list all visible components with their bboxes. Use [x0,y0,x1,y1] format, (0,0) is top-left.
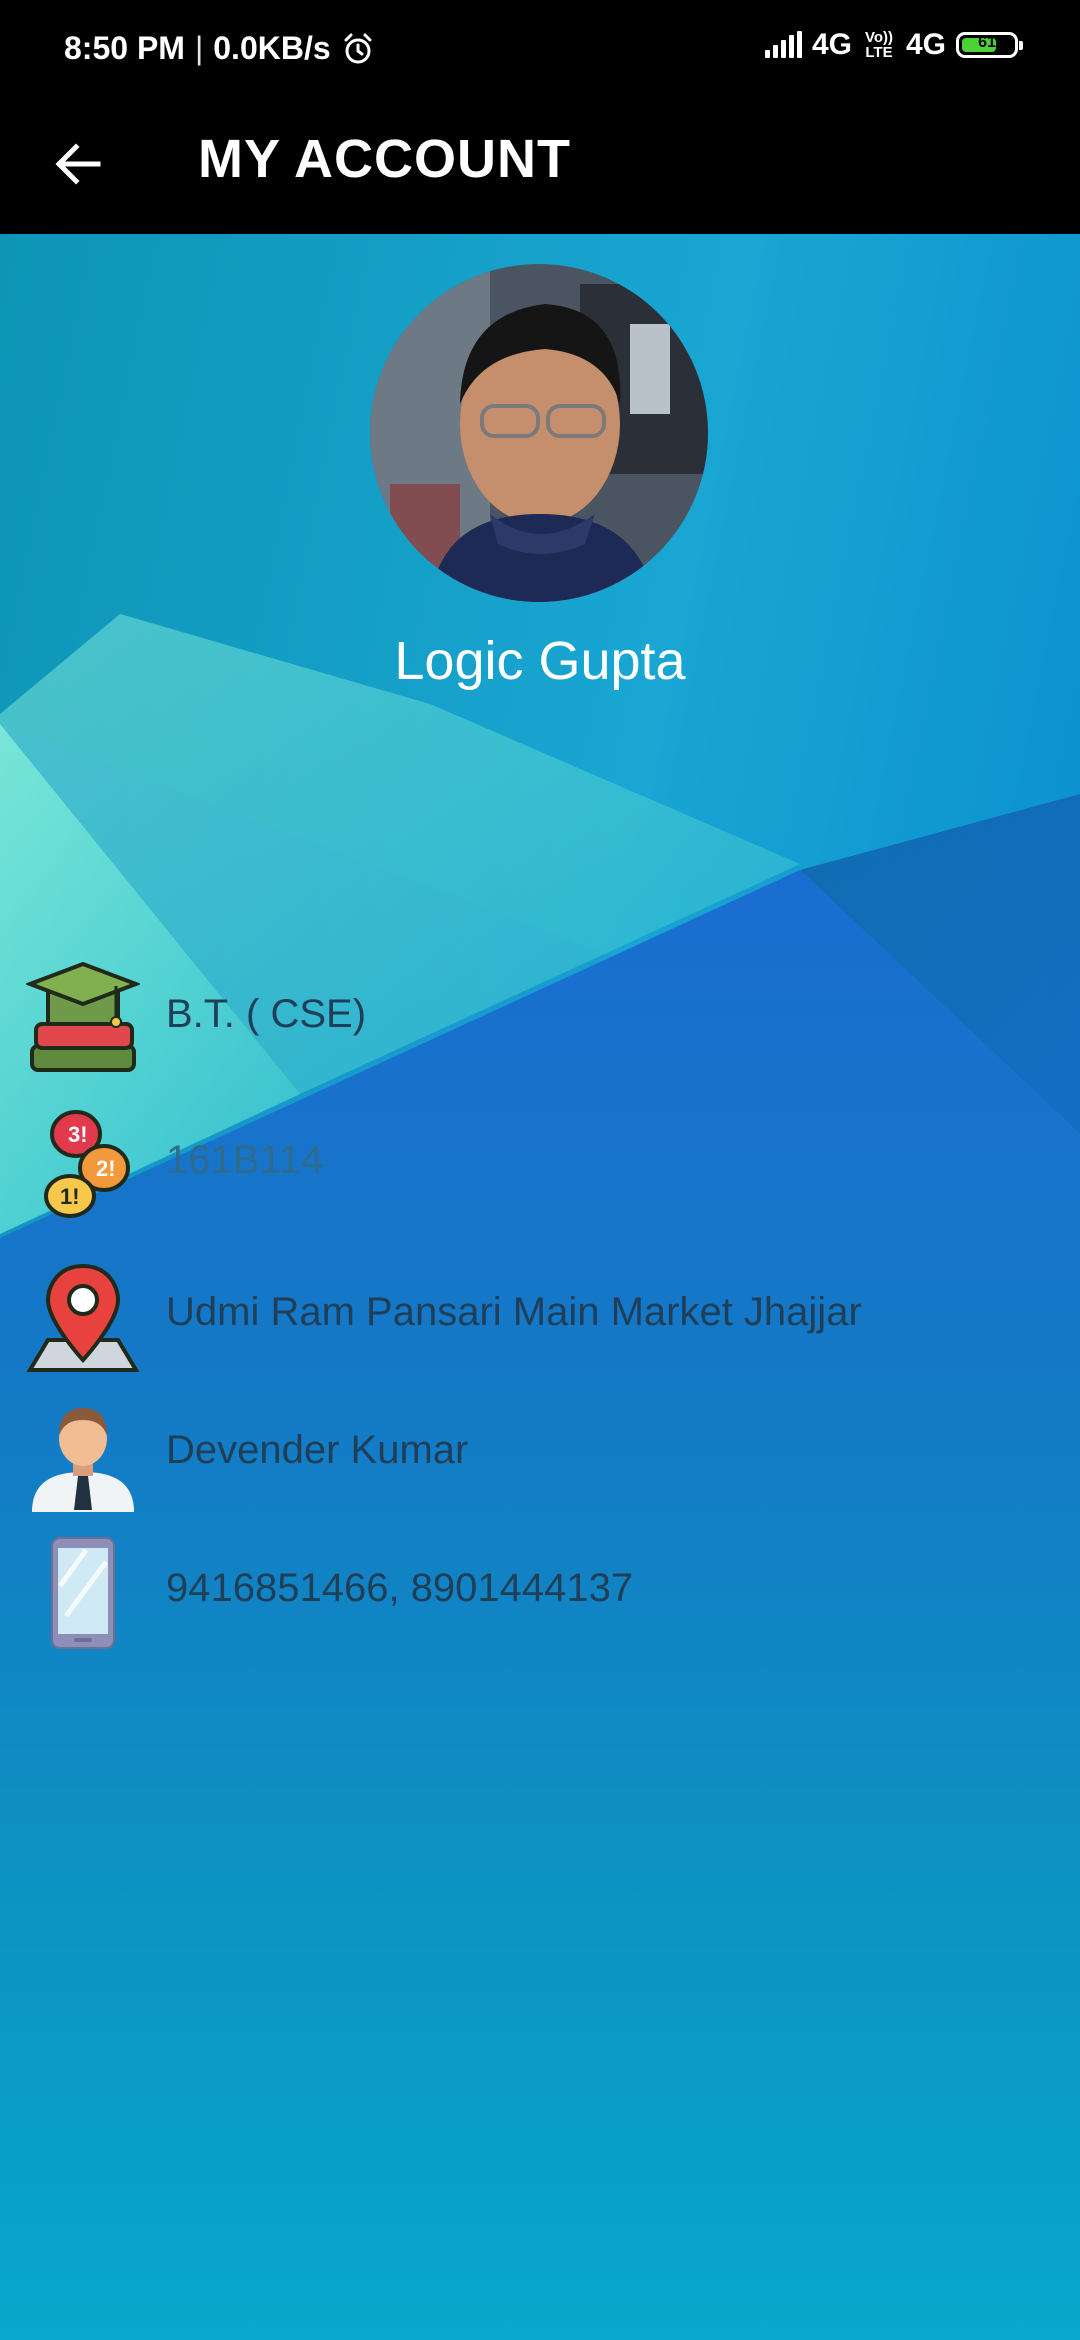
page-title: MY ACCOUNT [198,129,571,189]
status-time: 8:50 PM [64,30,185,66]
svg-text:3!: 3! [68,1122,88,1147]
chat-bubbles-icon: 3! 2! 1! [44,1110,130,1218]
detail-row-course: B.T. ( CSE) [0,962,1080,1082]
account-content: Logic Gupta B.T. ( CSE) 3! 2! 1! 161B114… [0,234,1080,2340]
network-type-1: 4G [811,28,852,61]
detail-row-address: Udmi Ram Pansari Main Market Jhajjar [0,1260,1080,1380]
app-bar: MY ACCOUNT [0,100,1080,234]
status-separator: | [194,30,204,66]
volte-indicator: Vo)) LTE [864,29,893,61]
guardian-name-text: Devender Kumar [166,1428,469,1472]
battery-level: 61 [978,34,996,51]
back-button[interactable] [46,132,110,196]
svg-text:2!: 2! [96,1156,116,1181]
roll-number-text: 161B114 [166,1138,324,1182]
signal-strength-icon [764,31,802,58]
phone-numbers-text: 9416851466, 8901444137 [166,1566,634,1610]
detail-row-phone: 9416851466, 8901444137 [0,1536,1080,1656]
profile-name: Logic Gupta [394,631,686,691]
status-right: 4G Vo)) LTE 4G 61 [764,28,1023,62]
status-left: 8:50 PM | 0.0KB/s [64,30,375,67]
detail-row-roll: 3! 2! 1! 161B114 [0,1106,1080,1226]
person-icon [32,1408,134,1512]
status-bar: 8:50 PM | 0.0KB/s 4G Vo)) LTE 4G 61 [0,0,1080,100]
account-screen: 8:50 PM | 0.0KB/s 4G Vo)) LTE 4G 61 MY A… [0,0,1080,2340]
profile-photo [370,264,708,602]
course-text: B.T. ( CSE) [166,992,367,1036]
profile-avatar[interactable] [370,264,708,602]
address-text: Udmi Ram Pansari Main Market Jhajjar [166,1290,862,1334]
svg-text:1!: 1! [60,1184,80,1209]
arrow-left-icon [55,143,101,185]
alarm-icon [344,33,372,63]
detail-row-guardian: Devender Kumar [0,1398,1080,1518]
mobile-phone-icon [51,1537,115,1649]
battery-icon: 61 [956,32,1023,58]
location-pin-icon [26,1263,140,1372]
network-speed: 0.0KB/s [213,30,331,66]
graduation-cap-icon [26,962,140,1072]
network-type-2: 4G [905,28,946,61]
